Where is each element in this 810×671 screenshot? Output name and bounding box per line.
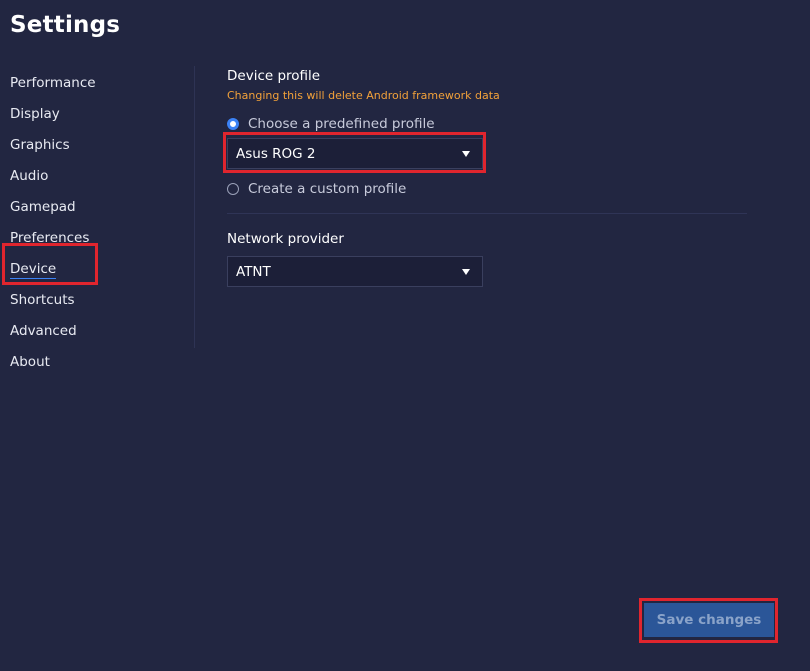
sidebar-item-display[interactable]: Display bbox=[10, 105, 60, 123]
radio-checked-icon bbox=[227, 118, 239, 130]
sidebar-item-graphics[interactable]: Graphics bbox=[10, 136, 70, 154]
sidebar-item-label: Graphics bbox=[10, 137, 70, 153]
sidebar-item-preferences[interactable]: Preferences bbox=[10, 229, 89, 247]
chevron-down-icon bbox=[462, 151, 470, 157]
network-provider-dropdown[interactable]: ATNT bbox=[227, 256, 483, 287]
predefined-profile-label: Choose a predefined profile bbox=[248, 116, 435, 132]
sidebar-item-label: Performance bbox=[10, 75, 96, 91]
sidebar-item-label: Shortcuts bbox=[10, 292, 75, 308]
device-profile-value: Asus ROG 2 bbox=[236, 145, 316, 162]
network-provider-value: ATNT bbox=[236, 263, 271, 280]
device-profile-warning: Changing this will delete Android framew… bbox=[227, 89, 500, 102]
network-provider-title: Network provider bbox=[227, 231, 344, 247]
sidebar-item-gamepad[interactable]: Gamepad bbox=[10, 198, 76, 216]
section-divider bbox=[227, 213, 747, 214]
sidebar-item-label: Display bbox=[10, 106, 60, 122]
sidebar-item-about[interactable]: About bbox=[10, 353, 50, 371]
save-changes-button[interactable]: Save changes bbox=[644, 603, 774, 637]
sidebar-item-performance[interactable]: Performance bbox=[10, 74, 96, 92]
sidebar-item-device[interactable]: Device bbox=[10, 260, 57, 279]
sidebar-item-label: Preferences bbox=[10, 230, 90, 246]
sidebar-item-label: Audio bbox=[10, 168, 49, 184]
predefined-profile-radio[interactable]: Choose a predefined profile bbox=[227, 116, 435, 132]
page-title: Settings bbox=[10, 12, 121, 38]
sidebar-item-advanced[interactable]: Advanced bbox=[10, 322, 77, 340]
sidebar-item-label: Advanced bbox=[10, 323, 77, 339]
custom-profile-label: Create a custom profile bbox=[248, 181, 407, 197]
device-profile-title: Device profile bbox=[227, 68, 321, 84]
sidebar-item-label: Gamepad bbox=[10, 199, 76, 215]
device-profile-dropdown[interactable]: Asus ROG 2 bbox=[227, 138, 483, 169]
chevron-down-icon bbox=[462, 269, 470, 275]
sidebar-item-label: Device bbox=[10, 261, 57, 279]
sidebar-item-shortcuts[interactable]: Shortcuts bbox=[10, 291, 75, 309]
sidebar-item-audio[interactable]: Audio bbox=[10, 167, 48, 185]
radio-unchecked-icon bbox=[227, 183, 239, 195]
sidebar-item-label: About bbox=[10, 354, 50, 370]
custom-profile-radio[interactable]: Create a custom profile bbox=[227, 181, 406, 197]
